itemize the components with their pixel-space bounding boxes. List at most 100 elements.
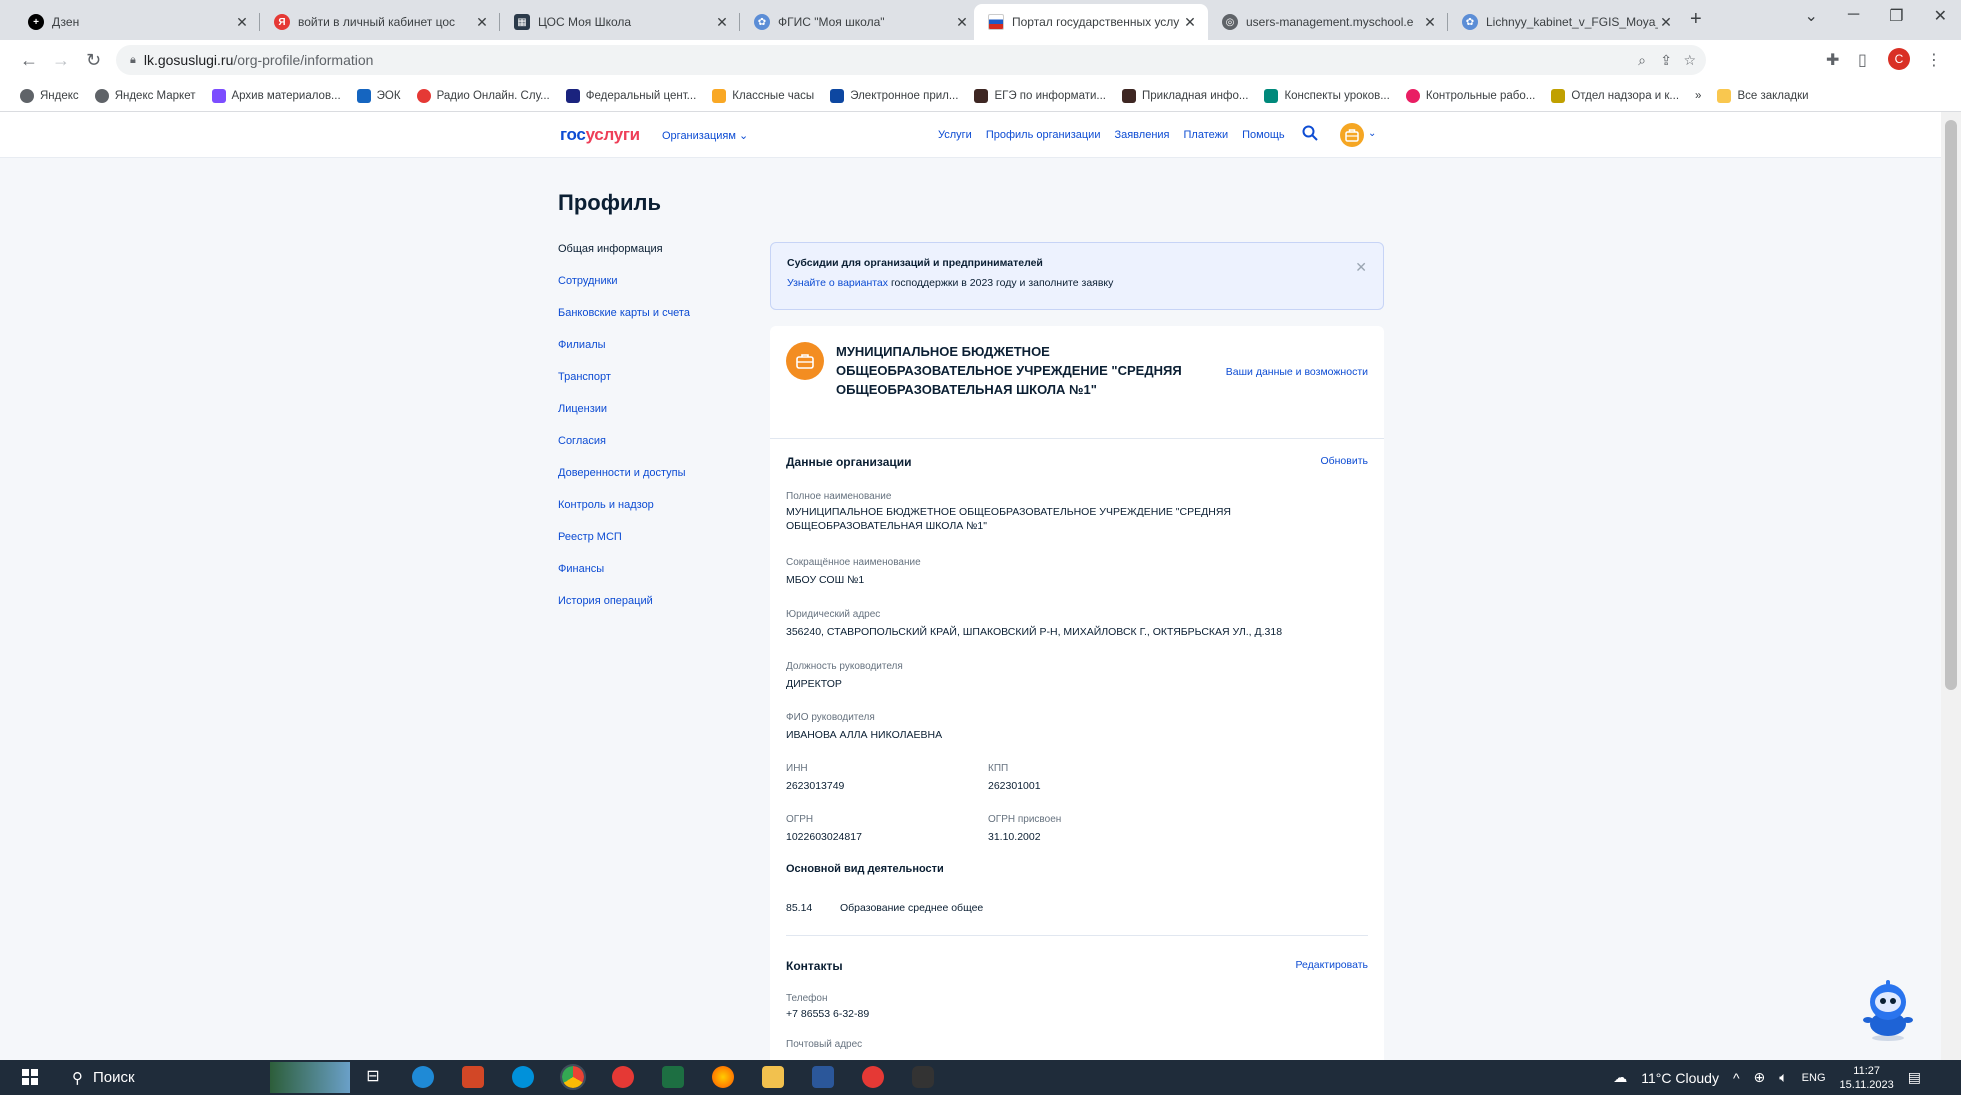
zoom-icon[interactable]: ⌕ xyxy=(1638,52,1646,69)
close-icon[interactable]: ✕ xyxy=(1355,259,1367,276)
close-icon[interactable]: ✕ xyxy=(714,14,730,31)
close-icon[interactable]: ✕ xyxy=(1422,14,1438,31)
chrome-icon[interactable] xyxy=(560,1064,586,1090)
extensions-icon[interactable]: ✚ xyxy=(1826,50,1839,70)
close-icon[interactable]: ✕ xyxy=(1658,14,1674,31)
nav-org-profile[interactable]: Профиль организации xyxy=(986,129,1101,141)
network-icon[interactable]: ⊕ xyxy=(1754,1069,1766,1086)
bookmark-item[interactable]: Контрольные рабо... xyxy=(1405,88,1535,103)
bookmark-item[interactable]: Федеральный цент... xyxy=(565,88,696,103)
nav-applications[interactable]: Заявления xyxy=(1114,129,1169,141)
volume-icon[interactable]: 🔈︎ xyxy=(1779,1069,1787,1086)
sidebar-item-history[interactable]: История операций xyxy=(558,594,690,626)
weather-text[interactable]: 11°C Cloudy xyxy=(1641,1070,1719,1086)
yandex-icon[interactable] xyxy=(862,1066,884,1088)
chevron-down-icon[interactable]: ⌄ xyxy=(1368,128,1376,139)
powerpoint-icon[interactable] xyxy=(462,1066,484,1088)
language-indicator[interactable]: ENG xyxy=(1802,1072,1826,1084)
your-data-link[interactable]: Ваши данные и возможности xyxy=(1226,366,1368,378)
edit-contacts-link[interactable]: Редактировать xyxy=(1295,959,1368,971)
firefox-icon[interactable] xyxy=(712,1066,734,1088)
bookmark-item[interactable]: Классные часы xyxy=(712,88,814,103)
all-bookmarks-folder[interactable]: Все закладки xyxy=(1717,88,1809,103)
bookmark-item[interactable]: ЭОК xyxy=(356,88,401,103)
bookmark-item[interactable]: Радио Онлайн. Слу... xyxy=(416,88,550,103)
sidebar-item-control[interactable]: Контроль и надзор xyxy=(558,498,690,530)
shield-app-icon[interactable] xyxy=(912,1066,934,1088)
skype-icon[interactable] xyxy=(512,1066,534,1088)
sidebar-item-general-info[interactable]: Общая информация xyxy=(558,242,690,274)
activity-code: 85.14 xyxy=(786,902,813,914)
back-button[interactable]: ← xyxy=(20,50,38,71)
sidebar-item-branches[interactable]: Филиалы xyxy=(558,338,690,370)
tab-search-chevron-icon[interactable]: ⌄ xyxy=(1805,6,1818,26)
profile-avatar[interactable]: C xyxy=(1888,48,1910,70)
close-window-button[interactable]: ✕ xyxy=(1934,6,1947,26)
scrollbar-thumb[interactable] xyxy=(1945,120,1957,690)
tab-users-management[interactable]: ◎ users-management.myschool.e ✕ xyxy=(1208,4,1448,40)
forward-button[interactable]: → xyxy=(52,50,70,71)
gosuslugi-logo[interactable]: госуслуги xyxy=(560,125,640,145)
sidebar-item-licenses[interactable]: Лицензии xyxy=(558,402,690,434)
bookmark-item[interactable]: ЕГЭ по информати... xyxy=(974,88,1106,103)
task-view-icon[interactable]: ⊟ xyxy=(362,1066,384,1088)
tab-gosuslugi[interactable]: Портал государственных услу ✕ xyxy=(974,4,1208,40)
minimize-button[interactable]: ─ xyxy=(1848,6,1859,26)
banner-link[interactable]: Узнайте о вариантах xyxy=(787,277,888,289)
bookmarks-overflow-button[interactable]: » xyxy=(1695,90,1701,102)
sidebar-item-finances[interactable]: Финансы xyxy=(558,562,690,594)
sidebar-item-powers-of-attorney[interactable]: Доверенности и доступы xyxy=(558,466,690,498)
tab-search-cos[interactable]: Я войти в личный кабинет цос ✕ xyxy=(260,4,500,40)
close-icon[interactable]: ✕ xyxy=(474,14,490,31)
close-icon[interactable]: ✕ xyxy=(234,14,250,31)
bookmark-item[interactable]: Конспекты уроков... xyxy=(1264,88,1390,103)
word-icon[interactable] xyxy=(812,1066,834,1088)
edge-icon[interactable] xyxy=(412,1066,434,1088)
windows-start-icon[interactable] xyxy=(22,1069,38,1090)
chevron-up-icon[interactable]: ^ xyxy=(1733,1070,1740,1086)
sidebar-item-transport[interactable]: Транспорт xyxy=(558,370,690,402)
bookmark-item[interactable]: Прикладная инфо... xyxy=(1121,88,1248,103)
file-explorer-icon[interactable] xyxy=(762,1066,784,1088)
share-icon[interactable]: ⇪ xyxy=(1660,52,1672,69)
tab-cos-myschool[interactable]: ▦ ЦОС Моя Школа ✕ xyxy=(500,4,740,40)
excel-icon[interactable] xyxy=(662,1066,684,1088)
assistant-robot-icon[interactable] xyxy=(1860,980,1916,1042)
tab-dzen[interactable]: + Дзен ✕ xyxy=(14,4,260,40)
refresh-link[interactable]: Обновить xyxy=(1320,455,1368,467)
bookmark-star-icon[interactable]: ☆ xyxy=(1683,52,1696,69)
nav-services[interactable]: Услуги xyxy=(938,129,972,141)
nav-help[interactable]: Помощь xyxy=(1242,129,1285,141)
menu-kebab-icon[interactable]: ⋮ xyxy=(1926,50,1942,70)
notifications-icon[interactable]: ▤ xyxy=(1908,1069,1921,1086)
search-icon[interactable] xyxy=(1302,125,1318,146)
field-label: Юридический адрес xyxy=(786,609,881,620)
tab-fgis[interactable]: ✿ ФГИС "Моя школа" ✕ xyxy=(740,4,980,40)
bookmark-item[interactable]: Отдел надзора и к... xyxy=(1551,88,1679,103)
clock[interactable]: 11:27 15.11.2023 xyxy=(1840,1064,1894,1092)
tab-lichnyy-kabinet[interactable]: ✿ Lichnyy_kabinet_v_FGIS_Moya_ ✕ xyxy=(1448,4,1684,40)
org-avatar-icon[interactable] xyxy=(1340,123,1364,147)
bookmark-item[interactable]: Электронное прил... xyxy=(830,88,958,103)
divider xyxy=(786,935,1368,936)
bookmark-item[interactable]: Яндекс xyxy=(20,88,79,103)
reload-button[interactable]: ↻ xyxy=(86,50,101,71)
side-panel-icon[interactable]: ▯ xyxy=(1858,50,1867,70)
nav-payments[interactable]: Платежи xyxy=(1184,129,1229,141)
field-label: ФИО руководителя xyxy=(786,712,875,723)
close-icon[interactable]: ✕ xyxy=(1182,14,1198,31)
bookmark-item[interactable]: Яндекс Маркет xyxy=(94,88,196,103)
yandex-browser-icon[interactable] xyxy=(612,1066,634,1088)
close-icon[interactable]: ✕ xyxy=(954,14,970,31)
head-position-value: ДИРЕКТОР xyxy=(786,678,842,690)
bookmark-item[interactable]: Архив материалов... xyxy=(211,88,341,103)
page-scrollbar[interactable] xyxy=(1941,112,1961,1060)
sidebar-item-consents[interactable]: Согласия xyxy=(558,434,690,466)
restore-button[interactable]: ❐ xyxy=(1889,6,1903,26)
sidebar-item-employees[interactable]: Сотрудники xyxy=(558,274,690,306)
new-tab-button[interactable]: + xyxy=(1690,8,1702,31)
sidebar-item-bank-cards[interactable]: Банковские карты и счета xyxy=(558,306,690,338)
address-bar[interactable]: 🔒︎ lk.gosuslugi.ru/org-profile/informati… xyxy=(116,45,1706,75)
sidebar-item-msp-registry[interactable]: Реестр МСП xyxy=(558,530,690,562)
organizations-menu[interactable]: Организациям ⌄ xyxy=(662,129,748,142)
